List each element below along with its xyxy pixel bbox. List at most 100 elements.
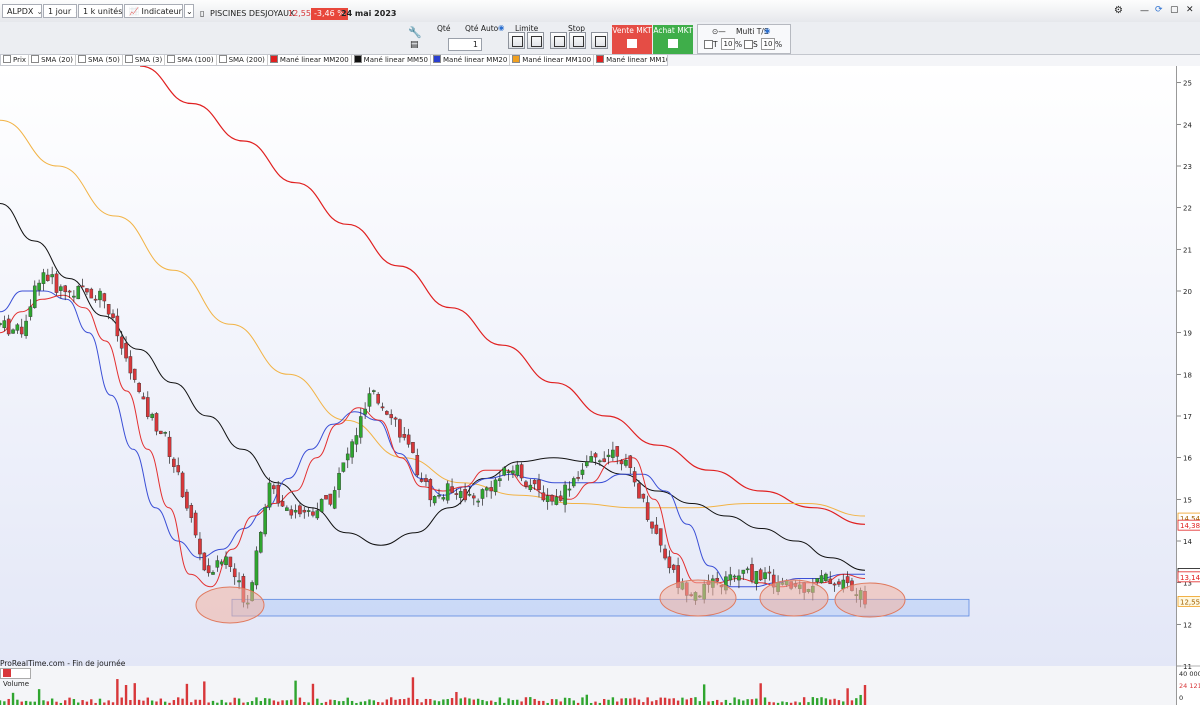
volume-bar xyxy=(50,698,54,705)
y-tick-label: 19 xyxy=(1183,330,1192,338)
legend-item[interactable]: Mané linear MM10 xyxy=(594,55,667,65)
settings-icon[interactable]: ⚙ xyxy=(1114,5,1123,16)
volume-bar xyxy=(259,701,263,705)
volume-bar xyxy=(398,699,402,705)
volume-bar xyxy=(172,700,176,705)
candle-body xyxy=(324,495,328,500)
period-label: 1 jour xyxy=(48,7,72,16)
legend-item[interactable]: Prix xyxy=(1,55,30,65)
legend-item[interactable]: Mané linear MM200 xyxy=(268,55,352,65)
quantity-input[interactable]: 1 xyxy=(448,38,482,51)
close-icon[interactable]: ✕ xyxy=(1186,5,1194,15)
legend-item[interactable]: SMA (20) xyxy=(29,55,76,65)
y-tick-label: 22 xyxy=(1183,205,1192,213)
candle-body xyxy=(493,479,498,493)
candle-body xyxy=(624,459,628,466)
legend-item[interactable]: Mané linear MM100 xyxy=(510,55,595,65)
stop-limit-button[interactable] xyxy=(591,32,608,49)
price-tag-label: 13,14 xyxy=(1180,574,1200,582)
toggle-icon[interactable]: ⊙— xyxy=(712,27,726,36)
candle-body xyxy=(180,472,185,498)
volume-bar xyxy=(424,698,428,705)
legend-label: Mané linear MM50 xyxy=(363,56,428,64)
candle-body xyxy=(415,455,420,476)
candle-body xyxy=(319,498,324,512)
candle-body xyxy=(150,413,154,418)
legend-swatch xyxy=(77,55,86,63)
candle-body xyxy=(563,484,567,505)
s-checkbox[interactable] xyxy=(744,40,753,49)
volume-bar xyxy=(559,701,562,705)
candle-body xyxy=(528,484,533,490)
legend-item[interactable]: SMA (100) xyxy=(165,55,217,65)
help-icon[interactable]: ◉ xyxy=(764,26,771,35)
units-selector[interactable]: 1 k unités⌄ xyxy=(78,4,123,18)
volume-bar xyxy=(498,697,502,705)
qty-auto-toggle-icon[interactable]: ◉ xyxy=(498,23,505,32)
indicators-button[interactable]: 📈 Indicateurs xyxy=(124,4,183,18)
units-label: 1 k unités xyxy=(83,7,123,16)
indicators-dropdown[interactable]: ⌄ xyxy=(184,4,194,18)
volume-bar xyxy=(815,698,819,705)
candle-body xyxy=(63,285,68,293)
volume-bar xyxy=(437,701,441,705)
candle-body xyxy=(554,496,559,505)
candle-body xyxy=(658,528,663,546)
candle-body xyxy=(611,449,615,458)
buy-market-button[interactable]: Achat MKT xyxy=(653,25,693,54)
legend-item[interactable]: Mané linear MM50 xyxy=(352,55,431,65)
legend-item[interactable]: SMA (3) xyxy=(123,55,166,65)
chart-icon[interactable]: ▤ xyxy=(410,40,419,50)
legend-item[interactable]: Mané linear MM20 xyxy=(431,55,511,65)
candle-body xyxy=(124,342,128,359)
wrench-icon[interactable]: 🔧 xyxy=(408,26,422,39)
candle-body xyxy=(93,298,98,301)
volume-bar xyxy=(46,701,50,705)
y-tick-label: 23 xyxy=(1183,163,1192,171)
legend-label: SMA (50) xyxy=(87,56,120,64)
volume-bar xyxy=(659,697,662,705)
t-checkbox[interactable] xyxy=(704,40,713,49)
volume-bar xyxy=(142,700,145,705)
t-value-input[interactable]: 10 xyxy=(721,38,735,50)
s-value-input[interactable]: 10 xyxy=(761,38,775,50)
symbol-selector[interactable]: ALPDX⌄ xyxy=(2,4,42,18)
candle-body xyxy=(628,455,633,468)
candle-body xyxy=(293,509,298,513)
volume-bar xyxy=(24,700,28,705)
candle-body xyxy=(637,483,641,499)
volume-bar xyxy=(781,701,784,705)
stop-buy-button[interactable] xyxy=(550,32,567,49)
volume-bar xyxy=(650,701,654,705)
candle-body xyxy=(111,313,115,318)
multi-ts-panel: ⊙— Multi T/S ◉ T 10 % S 10 % xyxy=(697,24,791,54)
limit-sell-button[interactable] xyxy=(527,32,544,49)
volume-bar xyxy=(529,697,532,705)
chevron-down-icon: ⌄ xyxy=(74,7,76,16)
refresh-icon[interactable]: ⟳ xyxy=(1155,5,1163,15)
volume-bar xyxy=(446,699,449,705)
volume-bar xyxy=(11,692,15,705)
volume-bar xyxy=(407,697,410,705)
volume-bar xyxy=(568,698,571,705)
period-selector[interactable]: 1 jour⌄ xyxy=(43,4,77,18)
minimize-icon[interactable]: — xyxy=(1140,6,1149,16)
candle-body xyxy=(59,286,63,291)
volume-bar xyxy=(824,698,828,705)
candle-body xyxy=(2,320,7,329)
sell-market-button[interactable]: Vente MKT xyxy=(612,25,652,54)
volume-bar xyxy=(298,697,302,705)
maximize-icon[interactable]: ▢ xyxy=(1170,5,1179,15)
candle-body xyxy=(28,306,33,317)
volume-bar xyxy=(211,700,215,705)
candle-body xyxy=(354,435,359,445)
candle-body xyxy=(185,491,189,509)
volume-bar xyxy=(20,701,23,705)
volume-bar xyxy=(668,698,671,705)
volume-bar xyxy=(694,697,697,705)
limit-buy-button[interactable] xyxy=(508,32,525,49)
stop-sell-button[interactable] xyxy=(569,32,586,49)
legend-item[interactable]: SMA (200) xyxy=(217,55,268,65)
legend-item[interactable]: SMA (50) xyxy=(76,55,123,65)
candle-body xyxy=(571,478,576,487)
